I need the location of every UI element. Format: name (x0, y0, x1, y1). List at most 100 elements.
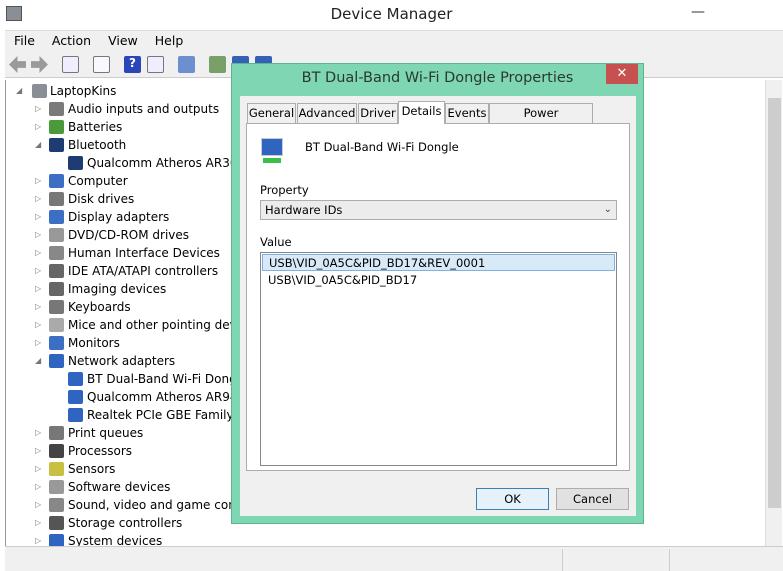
back-icon[interactable] (9, 56, 26, 73)
help-icon[interactable]: ? (124, 56, 141, 73)
tree-item-label: Computer (68, 174, 128, 188)
dialog-body: General Advanced Driver Details Events P… (240, 96, 636, 516)
tree-item-label: Bluetooth (68, 138, 127, 152)
show-hide-console-tree-icon[interactable] (62, 56, 79, 73)
computer-icon (32, 84, 47, 98)
value-item[interactable]: USB\VID_0A5C&PID_BD17&REV_0001 (262, 254, 615, 271)
tab-details[interactable]: Details (398, 101, 445, 124)
tree-item-label: Qualcomm Atheros AR9485 (87, 390, 253, 404)
device-icon (49, 228, 64, 242)
dialog-title: BT Dual-Band Wi-Fi Dongle Properties (301, 70, 574, 86)
tree-item-label: Keyboards (68, 300, 131, 314)
chevron-down-icon: ⌄ (603, 204, 612, 215)
device-icon (49, 192, 64, 206)
collapse-arrow-icon[interactable]: ◢ (35, 352, 45, 370)
tree-item-label: DVD/CD-ROM drives (68, 228, 190, 242)
update-driver-icon[interactable] (209, 56, 226, 73)
expand-arrow-icon[interactable]: ▷ (35, 316, 45, 334)
device-icon (49, 210, 64, 224)
tab-advanced[interactable]: Advanced (297, 103, 357, 123)
cancel-button[interactable]: Cancel (556, 488, 629, 510)
expand-arrow-icon[interactable]: ▷ (35, 424, 45, 442)
tree-item-label: Realtek PCIe GBE Family Co (87, 408, 254, 422)
property-value: Hardware IDs (265, 203, 343, 217)
expand-arrow-icon[interactable]: ▷ (35, 100, 45, 118)
forward-icon[interactable] (31, 56, 48, 73)
collapse-arrow-icon[interactable]: ◢ (35, 136, 45, 154)
property-select[interactable]: Hardware IDs ⌄ (260, 200, 617, 220)
device-name: BT Dual-Band Wi-Fi Dongle (305, 140, 459, 154)
value-label: Value (260, 235, 292, 249)
tree-item-label: BT Dual-Band Wi-Fi Dongle (87, 372, 248, 386)
collapse-arrow-icon[interactable]: ◢ (16, 82, 26, 100)
expand-arrow-icon[interactable]: ▷ (35, 172, 45, 190)
tab-general[interactable]: General (247, 103, 296, 123)
device-icon (49, 444, 64, 458)
expand-arrow-icon[interactable]: ▷ (35, 442, 45, 460)
tree-item-label: System devices (68, 534, 163, 546)
expand-arrow-icon[interactable]: ▷ (35, 460, 45, 478)
tab-events[interactable]: Events (445, 103, 489, 123)
device-icon (68, 156, 83, 170)
properties-dialog: BT Dual-Band Wi-Fi Dongle Properties ✕ G… (231, 63, 644, 524)
cable-icon (263, 158, 281, 163)
network-adapter-icon (261, 138, 283, 156)
tree-item-label: Sensors (68, 462, 116, 476)
menu-help[interactable]: Help (146, 31, 192, 48)
properties-icon[interactable] (93, 56, 110, 73)
tree-item-label: Imaging devices (68, 282, 167, 296)
tree-root-label: LaptopKins (50, 84, 117, 98)
device-icon (49, 534, 64, 546)
expand-arrow-icon[interactable]: ▷ (35, 496, 45, 514)
device-icon (68, 408, 83, 422)
status-bar (5, 546, 783, 571)
expand-arrow-icon[interactable]: ▷ (35, 262, 45, 280)
expand-arrow-icon[interactable]: ▷ (35, 226, 45, 244)
tree-item-label: Processors (68, 444, 133, 458)
ok-button[interactable]: OK (476, 488, 549, 510)
device-icon (49, 354, 64, 368)
menu-action[interactable]: Action (43, 31, 99, 48)
device-icon (49, 462, 64, 476)
tree-item-label: IDE ATA/ATAPI controllers (68, 264, 219, 278)
tree-item-label: Monitors (68, 336, 120, 350)
device-icon (49, 300, 64, 314)
expand-arrow-icon[interactable]: ▷ (35, 298, 45, 316)
tab-driver[interactable]: Driver (358, 103, 398, 123)
value-list[interactable]: USB\VID_0A5C&PID_BD17&REV_0001 USB\VID_0… (260, 252, 617, 466)
property-label: Property (260, 183, 309, 197)
menu-bar: File Action View Help (5, 30, 783, 52)
expand-arrow-icon[interactable]: ▷ (35, 190, 45, 208)
scrollbar-thumb[interactable] (768, 98, 781, 508)
value-item[interactable]: USB\VID_0A5C&PID_BD17 (262, 272, 615, 289)
expand-arrow-icon[interactable]: ▷ (35, 514, 45, 532)
menu-file[interactable]: File (5, 31, 43, 48)
vertical-scrollbar[interactable] (765, 80, 782, 546)
minimize-button[interactable]: — (688, 4, 708, 22)
action-pane-icon[interactable] (147, 56, 164, 73)
scan-hardware-icon[interactable] (178, 56, 195, 73)
expand-arrow-icon[interactable]: ▷ (35, 334, 45, 352)
expand-arrow-icon[interactable]: ▷ (35, 478, 45, 496)
device-icon (49, 426, 64, 440)
device-icon (49, 102, 64, 116)
menu-view[interactable]: View (99, 31, 146, 48)
tab-power-management[interactable]: Power Management (489, 103, 593, 138)
device-icon (49, 336, 64, 350)
close-button[interactable]: ✕ (606, 64, 638, 84)
device-icon (49, 138, 64, 152)
tree-item-label: Batteries (68, 120, 123, 134)
device-icon (49, 498, 64, 512)
tree-item-label: Sound, video and game contro (68, 498, 253, 512)
device-icon (68, 390, 83, 404)
tree-item-label: Qualcomm Atheros AR3012 (87, 156, 253, 170)
expand-arrow-icon[interactable]: ▷ (35, 118, 45, 136)
expand-arrow-icon[interactable]: ▷ (35, 208, 45, 226)
expand-arrow-icon[interactable]: ▷ (35, 532, 45, 546)
tree-item-label: Software devices (68, 480, 171, 494)
tree-item-label: Display adapters (68, 210, 170, 224)
expand-arrow-icon[interactable]: ▷ (35, 244, 45, 262)
device-icon (49, 120, 64, 134)
expand-arrow-icon[interactable]: ▷ (35, 280, 45, 298)
device-icon (49, 516, 64, 530)
